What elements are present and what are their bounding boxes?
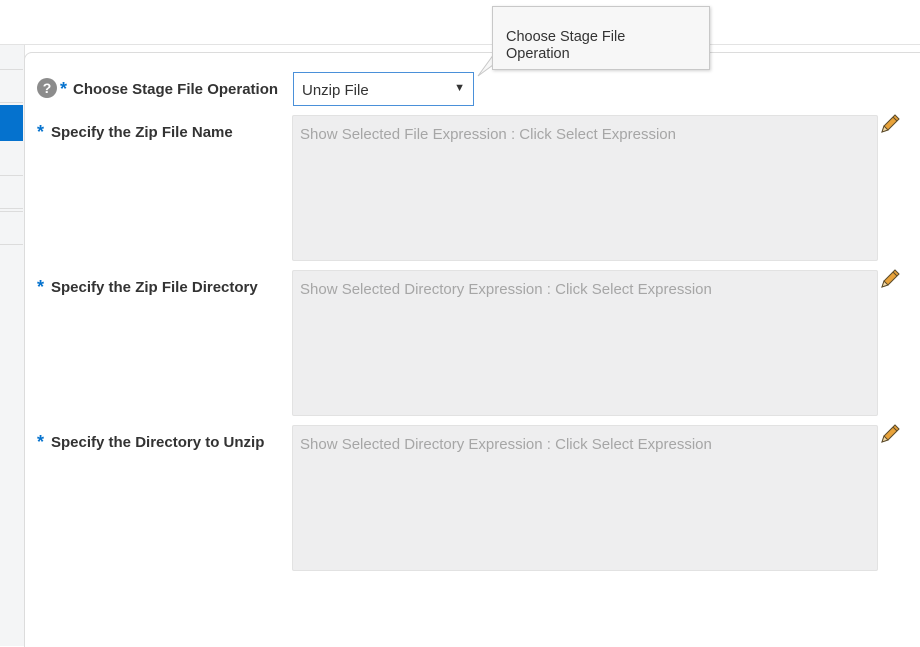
help-icon[interactable]: ? bbox=[37, 78, 57, 98]
required-marker: * bbox=[37, 122, 45, 142]
zip-file-directory-placeholder: Show Selected Directory Expression : Cli… bbox=[300, 281, 712, 298]
pencil-icon[interactable] bbox=[879, 268, 901, 290]
zip-file-name-placeholder: Show Selected File Expression : Click Se… bbox=[300, 126, 676, 143]
stage-file-operation-select[interactable]: Unzip File ▼ bbox=[293, 72, 474, 106]
operation-label: Choose Stage File Operation bbox=[73, 81, 279, 98]
zip-file-directory-expression-field[interactable]: Show Selected Directory Expression : Cli… bbox=[292, 270, 878, 416]
rail-item-active[interactable] bbox=[0, 105, 23, 141]
zip-file-name-expression-field[interactable]: Show Selected File Expression : Click Se… bbox=[292, 115, 878, 261]
selected-operation-value: Unzip File bbox=[302, 82, 369, 99]
dropdown-arrow-icon: ▼ bbox=[454, 82, 465, 94]
required-marker: * bbox=[60, 79, 68, 99]
rail-item-3[interactable] bbox=[0, 211, 23, 245]
required-marker: * bbox=[37, 277, 45, 297]
unzip-directory-expression-field[interactable]: Show Selected Directory Expression : Cli… bbox=[292, 425, 878, 571]
unzip-directory-label: Specify the Directory to Unzip bbox=[51, 434, 265, 451]
rail-item-1[interactable] bbox=[0, 69, 23, 103]
zip-file-directory-label: Specify the Zip File Directory bbox=[51, 279, 258, 296]
pencil-icon[interactable] bbox=[879, 423, 901, 445]
pencil-icon[interactable] bbox=[879, 113, 901, 135]
tooltip-text: Choose Stage File Operation bbox=[506, 29, 626, 62]
unzip-directory-placeholder: Show Selected Directory Expression : Cli… bbox=[300, 436, 712, 453]
required-marker: * bbox=[37, 432, 45, 452]
rail-item-2[interactable] bbox=[0, 175, 23, 209]
tooltip: Choose Stage File Operation bbox=[492, 6, 710, 70]
zip-file-name-label: Specify the Zip File Name bbox=[51, 124, 233, 141]
top-header-band bbox=[0, 0, 920, 45]
left-navigation-rail bbox=[0, 45, 25, 646]
